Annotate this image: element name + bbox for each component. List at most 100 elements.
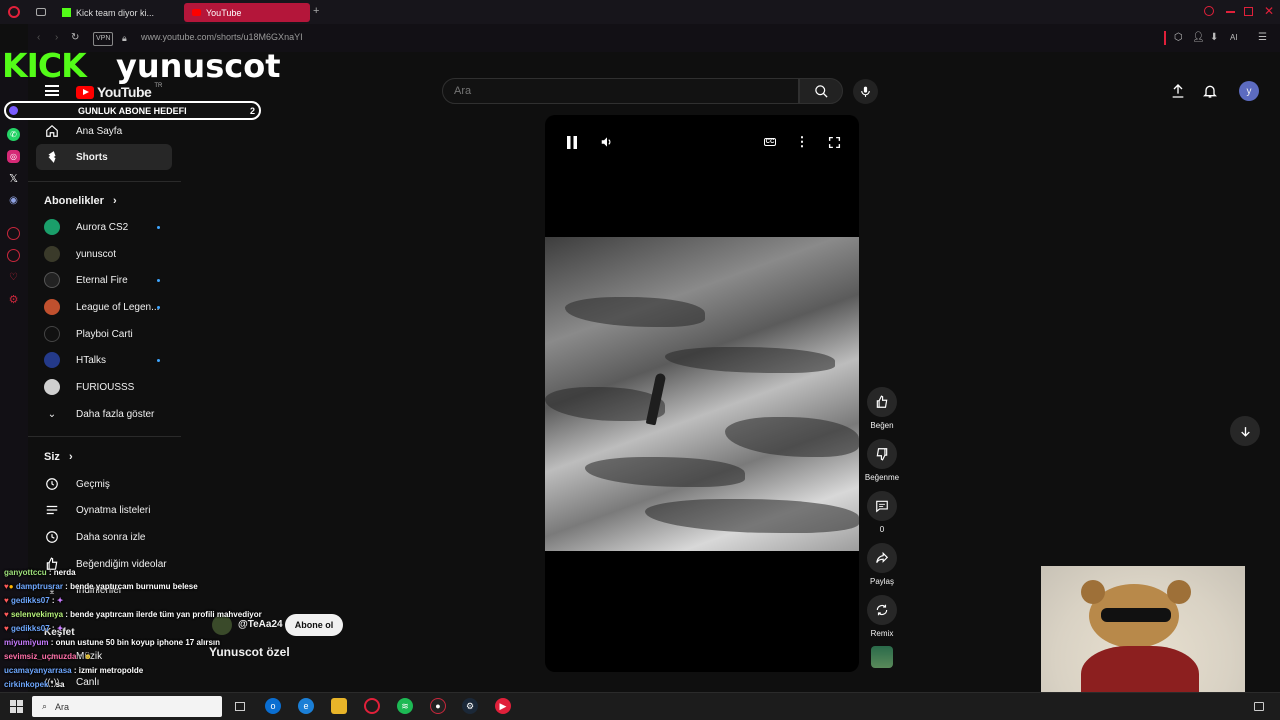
sidebar-item-home[interactable]: Ana Sayfa xyxy=(36,118,172,144)
maximize-button[interactable] xyxy=(1244,7,1253,16)
chat-emote-icon: ✦ xyxy=(56,624,64,633)
subscriptions-heading[interactable]: Abonelikler › xyxy=(44,195,117,207)
opera-taskbar-icon[interactable] xyxy=(364,698,380,714)
account-avatar[interactable]: y xyxy=(1239,81,1259,101)
rock-shape xyxy=(585,457,745,487)
voice-search-button[interactable] xyxy=(853,79,878,104)
watch-later-icon xyxy=(44,529,60,545)
discord-icon[interactable]: ◉ xyxy=(7,194,20,207)
notifications-tray-icon[interactable] xyxy=(1251,698,1267,714)
edge-icon[interactable]: e xyxy=(298,698,314,714)
back-icon[interactable]: ‹ xyxy=(37,32,40,44)
history-rail-icon[interactable] xyxy=(7,249,20,262)
notifications-button[interactable] xyxy=(1202,83,1218,104)
sidebar-item-playlists[interactable]: Oynatma listeleri xyxy=(36,497,172,523)
music-player-icon[interactable] xyxy=(7,227,20,240)
sidebar-channel-yunuscot[interactable]: yunuscot xyxy=(36,241,172,267)
sidebar-item-history[interactable]: Geçmiş xyxy=(36,471,172,497)
outlook-icon[interactable]: o xyxy=(265,698,281,714)
volume-icon xyxy=(601,137,611,147)
comments-button[interactable] xyxy=(867,491,897,521)
pinboards-icon[interactable]: ♡ xyxy=(7,271,20,284)
you-heading[interactable]: Siz › xyxy=(44,451,73,463)
chat-user: ganyottccu xyxy=(4,568,47,577)
sidebar-channel-eternal-fire[interactable]: Eternal Fire xyxy=(36,267,172,293)
share-label: Paylaş xyxy=(869,577,894,586)
shorts-player[interactable]: CC ⋮ xyxy=(545,115,859,672)
url-text[interactable]: www.youtube.com/shorts/u18M6GXnaYI xyxy=(141,32,303,42)
chat-user: damptrusrar xyxy=(15,582,63,591)
youtube-logo[interactable]: YouTube TR xyxy=(76,83,162,100)
profile-icon[interactable]: 👤︎ xyxy=(1192,32,1205,44)
you-title: Siz xyxy=(44,451,60,463)
media-app-icon[interactable]: ▶ xyxy=(495,698,511,714)
show-more-button[interactable]: ⌄ Daha fazla göster xyxy=(36,401,172,427)
sidebar-channel-league[interactable]: League of Legen... xyxy=(36,294,172,320)
remix-button[interactable] xyxy=(867,595,897,625)
pause-icon xyxy=(567,135,577,149)
sidebar-item-watch-later[interactable]: Daha sonra izle xyxy=(36,524,172,550)
fullscreen-button[interactable] xyxy=(825,133,843,151)
chat-badge-icon: ♥ xyxy=(4,596,9,605)
sidebar-channel-aurora[interactable]: Aurora CS2 xyxy=(36,214,172,240)
tab-kick[interactable]: Kick team diyor ki... xyxy=(54,3,180,22)
chat-badge-icon: ♥ xyxy=(4,624,9,633)
sidebar-channel-htalks[interactable]: HTalks xyxy=(36,347,172,373)
short-channel-handle[interactable]: @TeAa24 xyxy=(238,619,283,630)
thumbs-down-icon xyxy=(876,448,888,461)
video-frame[interactable] xyxy=(545,237,859,551)
sidebar-channel-furiousss[interactable]: FURIOUSSS xyxy=(36,374,172,400)
new-tab-button[interactable]: + xyxy=(313,5,319,17)
like-button[interactable] xyxy=(867,387,897,417)
sidebar-item-shorts[interactable]: Shorts xyxy=(36,144,172,170)
extensions-icon[interactable]: ⬡ xyxy=(1174,32,1183,44)
instagram-icon[interactable]: ◎ xyxy=(7,150,20,163)
minimize-button[interactable] xyxy=(1226,11,1235,13)
tab-switcher-icon[interactable] xyxy=(36,8,46,16)
settings-gear-icon[interactable]: ⚙ xyxy=(7,293,20,306)
windows-start-icon[interactable] xyxy=(8,698,24,714)
create-upload-button[interactable] xyxy=(1170,83,1186,104)
pause-button[interactable] xyxy=(563,133,581,151)
whatsapp-icon[interactable]: ✆ xyxy=(7,128,20,141)
share-button[interactable] xyxy=(867,543,897,573)
chevron-right-icon: › xyxy=(68,451,73,463)
forward-icon[interactable]: › xyxy=(55,32,58,44)
hamburger-menu-icon[interactable] xyxy=(45,85,59,96)
search-button[interactable] xyxy=(799,78,843,104)
steam-icon[interactable]: ⚙ xyxy=(462,698,478,714)
sidebar-channel-playboi-carti[interactable]: Playboi Carti xyxy=(36,321,172,347)
dislike-button[interactable] xyxy=(867,439,897,469)
search-input[interactable] xyxy=(443,79,783,103)
vpn-badge[interactable]: VPN xyxy=(93,32,114,46)
task-view-icon[interactable] xyxy=(232,698,248,714)
opera-logo-icon[interactable] xyxy=(8,6,20,18)
taskbar-search[interactable]: ⌕ Ara xyxy=(32,696,222,717)
next-short-button[interactable] xyxy=(1230,416,1260,446)
aria-ai-button[interactable]: AI xyxy=(1230,32,1238,44)
sound-thumbnail[interactable] xyxy=(871,646,893,668)
easy-setup-icon[interactable]: ☰ xyxy=(1258,32,1267,44)
search-tabs-icon[interactable] xyxy=(1204,6,1214,16)
subscribe-button[interactable]: Abone ol xyxy=(285,614,343,636)
reload-icon[interactable]: ↻ xyxy=(71,32,79,44)
volume-button[interactable] xyxy=(598,133,616,151)
tab-youtube[interactable]: YouTube xyxy=(184,3,310,22)
more-options-button[interactable]: ⋮ xyxy=(793,133,811,151)
chat-message: ucamayanyarrasa : izmir metropolde xyxy=(4,666,144,675)
file-explorer-icon[interactable] xyxy=(331,698,347,714)
short-title[interactable]: Yunuscot özel xyxy=(209,645,290,659)
sidebar-item-label: Daha sonra izle xyxy=(76,531,146,543)
chat-badge-icon: ● xyxy=(8,582,14,591)
close-window-button[interactable]: ✕ xyxy=(1264,4,1274,18)
remix-label: Remix xyxy=(870,629,894,638)
spotify-icon[interactable]: ≋ xyxy=(397,698,413,714)
downloads-icon[interactable]: ⬇ xyxy=(1210,32,1218,44)
sidebar-divider xyxy=(28,181,181,182)
captions-button[interactable]: CC xyxy=(761,133,779,151)
youtube-tab-icon xyxy=(192,9,201,16)
goal-icon xyxy=(9,106,18,115)
x-twitter-icon[interactable]: 𝕏 xyxy=(7,172,20,185)
obs-icon[interactable]: ● xyxy=(430,698,446,714)
search-box[interactable] xyxy=(442,78,799,104)
